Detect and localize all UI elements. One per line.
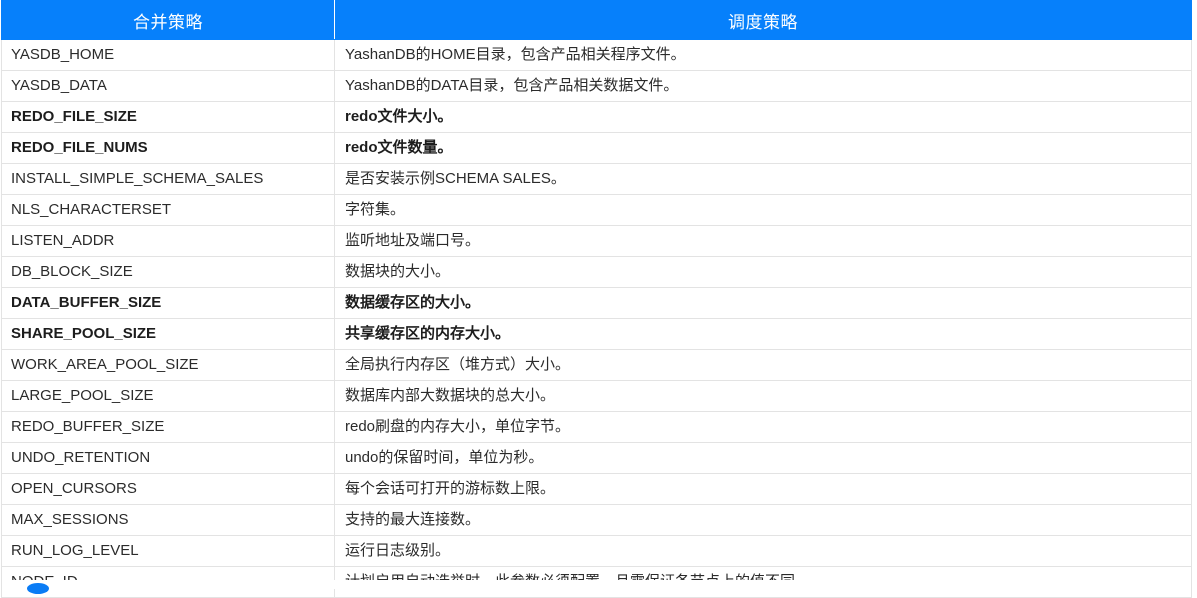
parameter-name-cell: INSTALL_SIMPLE_SCHEMA_SALES — [1, 163, 335, 195]
parameter-name-cell: REDO_FILE_NUMS — [1, 132, 335, 164]
parameter-name-cell: RUN_LOG_LEVEL — [1, 535, 335, 567]
table-row: YASDB_HOME YashanDB的HOME目录，包含产品相关程序文件。 — [1, 39, 1192, 71]
parameter-description-cell: 全局执行内存区（堆方式）大小。 — [334, 349, 1192, 381]
parameter-name-cell: LARGE_POOL_SIZE — [1, 380, 335, 412]
parameter-description-cell: redo刷盘的内存大小，单位字节。 — [334, 411, 1192, 443]
parameter-description-cell: undo的保留时间，单位为秒。 — [334, 442, 1192, 474]
parameter-name-cell: REDO_BUFFER_SIZE — [1, 411, 335, 443]
table-row: SHARE_POOL_SIZE 共享缓存区的内存大小。 — [1, 318, 1192, 350]
table-row: LARGE_POOL_SIZE 数据库内部大数据块的总大小。 — [1, 380, 1192, 412]
parameter-description-cell: 每个会话可打开的游标数上限。 — [334, 473, 1192, 505]
parameter-description-cell: 数据库内部大数据块的总大小。 — [334, 380, 1192, 412]
table-row: DATA_BUFFER_SIZE 数据缓存区的大小。 — [1, 287, 1192, 319]
parameter-description-cell: 支持的最大连接数。 — [334, 504, 1192, 536]
parameters-table: 合并策略 调度策略 YASDB_HOME YashanDB的HOME目录，包含产品… — [1, 0, 1192, 598]
parameter-name-cell: OPEN_CURSORS — [1, 473, 335, 505]
parameter-name-cell: SHARE_POOL_SIZE — [1, 318, 335, 350]
parameter-description-cell: redo文件数量。 — [334, 132, 1192, 164]
parameter-description-cell: redo文件大小。 — [334, 101, 1192, 133]
parameter-description-cell: YashanDB的HOME目录，包含产品相关程序文件。 — [334, 39, 1192, 71]
parameter-description-cell: 是否安装示例SCHEMA SALES。 — [334, 163, 1192, 195]
column-header-description: 调度策略 — [334, 0, 1192, 40]
table-body: YASDB_HOME YashanDB的HOME目录，包含产品相关程序文件。 YAS… — [1, 39, 1192, 598]
parameter-description-cell: 运行日志级别。 — [334, 535, 1192, 567]
table-row: INSTALL_SIMPLE_SCHEMA_SALES 是否安装示例SCHEMA … — [1, 163, 1192, 195]
parameter-name-cell: WORK_AREA_POOL_SIZE — [1, 349, 335, 381]
table-header-row: 合并策略 调度策略 — [1, 0, 1192, 40]
table-row: OPEN_CURSORS 每个会话可打开的游标数上限。 — [1, 473, 1192, 505]
parameter-description-cell: 共享缓存区的内存大小。 — [334, 318, 1192, 350]
table-row: DB_BLOCK_SIZE 数据块的大小。 — [1, 256, 1192, 288]
table-row: UNDO_RETENTION undo的保留时间，单位为秒。 — [1, 442, 1192, 474]
table-row: REDO_FILE_SIZE redo文件大小。 — [1, 101, 1192, 133]
table-row: RUN_LOG_LEVEL 运行日志级别。 — [1, 535, 1192, 567]
parameter-description-cell: 监听地址及端口号。 — [334, 225, 1192, 257]
parameter-name-cell: UNDO_RETENTION — [1, 442, 335, 474]
parameter-description-cell: 字符集。 — [334, 194, 1192, 226]
parameter-description-cell: YashanDB的DATA目录，包含产品相关数据文件。 — [334, 70, 1192, 102]
parameter-description-cell: 数据块的大小。 — [334, 256, 1192, 288]
parameter-name-cell: LISTEN_ADDR — [1, 225, 335, 257]
parameter-name-cell: YASDB_HOME — [1, 39, 335, 71]
page-root: 合并策略 调度策略 YASDB_HOME YashanDB的HOME目录，包含产品… — [0, 0, 1197, 598]
table-bottom-strip — [1, 580, 1192, 589]
table-row: LISTEN_ADDR 监听地址及端口号。 — [1, 225, 1192, 257]
parameter-name-cell: YASDB_DATA — [1, 70, 335, 102]
table-row: YASDB_DATA YashanDB的DATA目录，包含产品相关数据文件。 — [1, 70, 1192, 102]
table-row: MAX_SESSIONS 支持的最大连接数。 — [1, 504, 1192, 536]
parameter-description-cell: 数据缓存区的大小。 — [334, 287, 1192, 319]
table-row: REDO_BUFFER_SIZE redo刷盘的内存大小，单位字节。 — [1, 411, 1192, 443]
parameter-name-cell: DATA_BUFFER_SIZE — [1, 287, 335, 319]
parameter-name-cell: REDO_FILE_SIZE — [1, 101, 335, 133]
parameter-name-cell: DB_BLOCK_SIZE — [1, 256, 335, 288]
table-row: NLS_CHARACTERSET 字符集。 — [1, 194, 1192, 226]
parameter-name-cell: NLS_CHARACTERSET — [1, 194, 335, 226]
parameter-name-cell: MAX_SESSIONS — [1, 504, 335, 536]
column-header-name: 合并策略 — [1, 0, 335, 40]
table-row: WORK_AREA_POOL_SIZE 全局执行内存区（堆方式）大小。 — [1, 349, 1192, 381]
table-header: 合并策略 调度策略 — [1, 0, 1192, 40]
table-row: REDO_FILE_NUMS redo文件数量。 — [1, 132, 1192, 164]
